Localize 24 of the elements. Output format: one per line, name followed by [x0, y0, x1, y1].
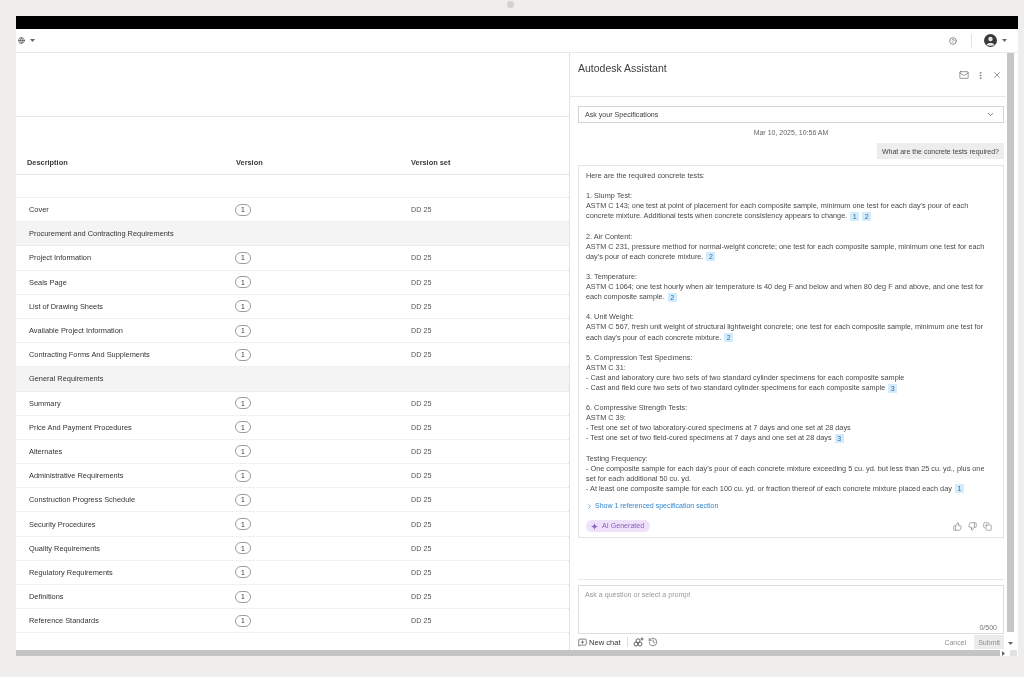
scroll-right-arrow-icon[interactable] [1002, 650, 1005, 656]
sparkle-icon [591, 522, 598, 530]
close-icon[interactable] [992, 70, 1002, 80]
vertical-scrollbar[interactable] [1006, 53, 1014, 632]
chevron-down-icon [986, 110, 995, 119]
chat-plus-icon [578, 637, 587, 647]
scroll-down-arrow-icon[interactable] [1007, 642, 1013, 645]
avatar-icon[interactable] [984, 34, 997, 47]
mail-icon[interactable] [959, 70, 969, 80]
caret-down-icon[interactable] [30, 39, 35, 42]
globe-icon[interactable] [18, 37, 25, 44]
handle-dot-icon [506, 1, 514, 8]
scroll-corner [1010, 650, 1017, 656]
circles-sparkle-icon[interactable] [632, 637, 644, 647]
caret-down-icon[interactable] [1002, 39, 1007, 42]
more-options-icon[interactable] [976, 70, 985, 80]
chevron-right-icon [586, 502, 593, 510]
panel-title: Autodesk Assistant [578, 62, 667, 75]
history-icon[interactable] [647, 637, 658, 647]
horizontal-scrollbar[interactable] [16, 650, 1000, 656]
copy-icon[interactable] [983, 521, 992, 531]
help-icon[interactable] [949, 36, 957, 45]
thumbs-down-icon[interactable] [968, 521, 977, 531]
thumbs-up-icon[interactable] [953, 521, 962, 531]
